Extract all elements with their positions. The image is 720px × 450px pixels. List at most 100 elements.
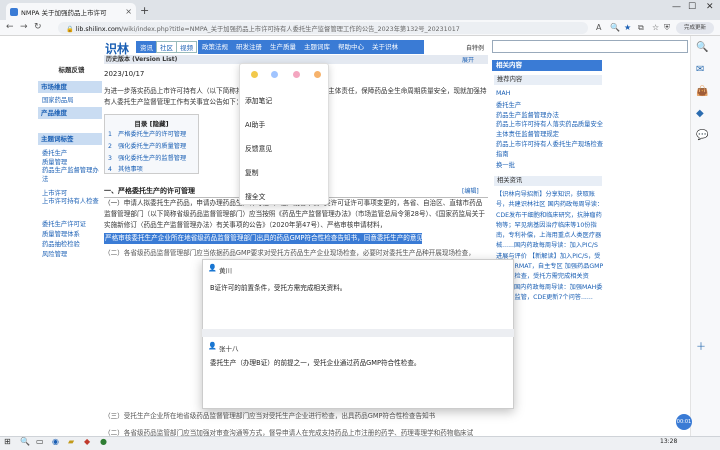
start-icon[interactable]: ⊞ (4, 437, 11, 446)
recommend-link[interactable]: MAH (496, 90, 510, 97)
reload-icon[interactable]: ↻ (34, 22, 42, 32)
app-icon[interactable]: ◆ (84, 437, 90, 446)
highlight-color-yellow[interactable] (251, 71, 258, 78)
user-avatar-icon: 👤 (208, 264, 217, 272)
floating-timer-button[interactable]: 00:01 (676, 414, 692, 430)
comment-text: 委托生产（办理B证）的前提之一，受托企业通过药品GMP符合性检查。 (210, 359, 421, 367)
edit-link[interactable]: [编辑] (462, 186, 479, 195)
menu-search-fulltext[interactable]: 搜全文 (245, 191, 265, 201)
refresh-link[interactable]: 换一批 (496, 160, 515, 169)
menu-ai-assistant[interactable]: AI助手 (245, 119, 265, 129)
toc-title[interactable]: 目录 [隐藏] (104, 118, 199, 128)
nav-help[interactable]: 帮助中心 (334, 40, 368, 54)
nav-about[interactable]: 关于识林 (368, 40, 402, 54)
search-icon[interactable]: 🔍 (696, 42, 708, 53)
tag-link[interactable]: 委托生产许可证 (42, 219, 86, 228)
mail-icon[interactable]: ✉ (696, 64, 704, 75)
tab-close-icon[interactable]: × (125, 7, 132, 16)
article-date: 2023/10/17 (104, 70, 145, 78)
highlight-color-orange[interactable] (314, 71, 321, 78)
translate-icon[interactable]: A (596, 23, 601, 32)
taskbar-search-icon[interactable]: 🔍 (20, 437, 30, 446)
url-host: lib.shilinx.com (75, 26, 122, 33)
self-made-label: 自特例 (466, 45, 485, 52)
favorite-star-icon[interactable]: ★ (624, 23, 631, 32)
tag-link[interactable]: 上市许可 (42, 188, 67, 197)
nav-topics[interactable]: 主题词库 (300, 40, 334, 54)
comment-user: 黄川 (219, 267, 232, 275)
collections-icon[interactable]: ☆ (652, 23, 659, 32)
news-title: 相关资讯 (494, 176, 602, 186)
comment-divider (202, 329, 514, 337)
taskbar (0, 436, 720, 450)
toc-item[interactable]: 2 强化委托生产的质量管理 (108, 141, 186, 150)
tab-news[interactable]: 资讯 (136, 41, 157, 53)
profile-button[interactable]: 完成更新 (676, 22, 714, 34)
recommend-link[interactable]: 委托生产 (496, 100, 521, 109)
menu-copy[interactable]: 复制 (245, 167, 259, 177)
highlight-color-blue[interactable] (271, 71, 278, 78)
toc-item[interactable]: 3 强化委托生产的监督管理 (108, 153, 186, 162)
tag-link[interactable]: 委托生产 (42, 148, 67, 157)
toc-item[interactable]: 4 其他事项 (108, 164, 143, 173)
tag-link[interactable]: 质量管理 (42, 157, 67, 166)
back-icon[interactable]: ← (6, 22, 14, 32)
recommend-link[interactable]: 药品生产监督管理办法 (496, 110, 559, 119)
nav-quality[interactable]: 生产质量 (266, 40, 300, 54)
file-explorer-icon[interactable]: ▰ (68, 437, 74, 446)
clock: 13:28 (660, 438, 678, 445)
tag-link[interactable]: 风险管理 (42, 249, 67, 258)
menu-add-note[interactable]: 添加笔记 (245, 95, 272, 105)
lock-icon: 🔒 (66, 26, 76, 33)
site-favicon-icon (10, 7, 18, 16)
user-avatar-icon: 👤 (208, 342, 217, 350)
recommend-title: 推荐内容 (494, 75, 602, 85)
site-search-input[interactable] (492, 40, 688, 53)
recommend-link[interactable]: 药品上市许可持有人落实药品质量安全主体责任监督管理规定 (496, 120, 604, 139)
tag-link[interactable]: 上市许可持有人检查 (42, 197, 102, 206)
nav-policy[interactable]: 政策法规 (198, 40, 232, 54)
tab-title: NMPA 关于加强药品上市许可 (21, 8, 107, 17)
zoom-icon[interactable]: 🔍 (610, 23, 620, 32)
sidebar-section-market[interactable]: 市场维度 (38, 81, 102, 93)
sidebar-heading: 标题反馈 (58, 66, 85, 74)
close-window-icon[interactable]: ✕ (706, 2, 714, 12)
outlook-icon[interactable]: ◆ (696, 108, 704, 119)
sidebar-link[interactable]: 国家药品局 (42, 95, 73, 104)
extensions-icon[interactable]: ⧉ (638, 23, 644, 33)
forward-icon[interactable]: → (20, 22, 28, 32)
app-icon[interactable]: ● (100, 437, 107, 446)
highlighted-text[interactable]: 严格审核委托生产企业所在地省级药品监督管理部门出具的药品GMP符合性检查告知书，… (104, 233, 422, 244)
sidebar-section-product[interactable]: 产品维度 (38, 107, 102, 119)
shopping-bag-icon[interactable]: 👜 (696, 86, 708, 97)
article-paragraph: （二）各省级药品监督管理部门应当依据药品GMP要求对受托方药品生产企业现场检查，… (104, 249, 475, 257)
sidebar-section-tags[interactable]: 主题词标签 (38, 133, 102, 145)
related-heading: 相关内容 (492, 60, 602, 71)
tag-link[interactable]: 药品抽检检验 (42, 239, 80, 248)
edge-browser-icon[interactable]: ◉ (52, 437, 59, 446)
comment-text: B证许可的前置条件，受托方需完成相关资料。 (210, 284, 347, 292)
tag-link[interactable]: 质量管理体系 (42, 229, 80, 238)
add-icon[interactable]: ＋ (696, 338, 706, 353)
maximize-icon[interactable]: ☐ (688, 2, 696, 12)
url-path: /wiki/index.php?title=NMPA_关于加强药品上市许可持有人… (121, 26, 460, 33)
chat-icon[interactable]: 💬 (696, 130, 708, 141)
tag-link[interactable]: 药品生产监督管理办法 (42, 166, 102, 184)
comment-user: 张十八 (219, 345, 239, 353)
menu-feedback[interactable]: 反馈意见 (245, 143, 272, 153)
highlight-color-pink[interactable] (293, 71, 300, 78)
tab-community[interactable]: 社区 (156, 41, 177, 53)
tab-video[interactable]: 视频 (176, 41, 197, 53)
toc-item[interactable]: 1 严格委托生产的许可管理 (108, 129, 186, 138)
task-view-icon[interactable]: ▭ (36, 437, 44, 446)
shield-icon[interactable]: ⛨ (664, 23, 670, 33)
nav-rd[interactable]: 研发注册 (232, 40, 266, 54)
minimize-icon[interactable]: — (672, 2, 681, 12)
context-menu (239, 63, 329, 205)
expand-link[interactable]: 展开 (462, 55, 474, 64)
address-bar[interactable]: 🔒 lib.shilinx.com/wiki/index.php?title=N… (58, 22, 588, 34)
recommend-link[interactable]: 药品上市许可持有人委托生产现场检查指南 (496, 140, 604, 159)
new-tab-button[interactable]: + (140, 4, 149, 17)
browser-tab[interactable]: NMPA 关于加强药品上市许可 × (6, 3, 136, 20)
main-nav: 政策法规 研发注册 生产质量 主题词库 帮助中心 关于识林 (198, 40, 424, 54)
